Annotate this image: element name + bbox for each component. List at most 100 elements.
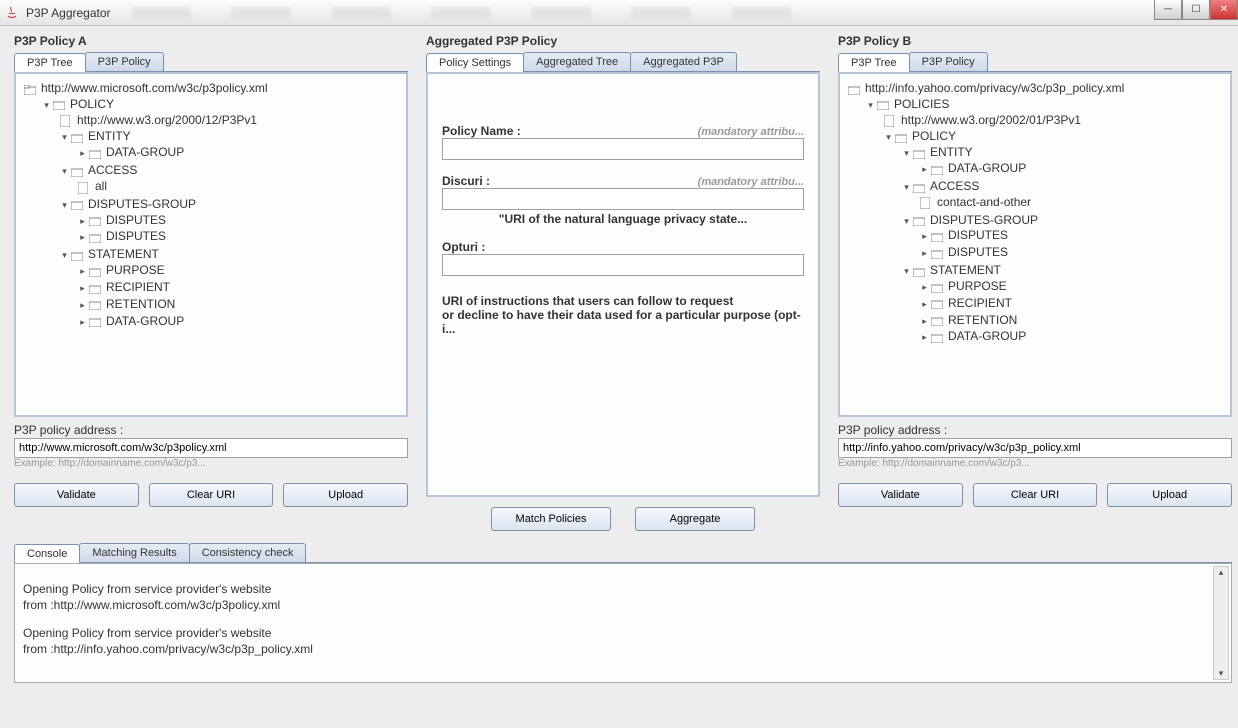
collapse-icon[interactable]: ▾: [902, 267, 911, 276]
tree-node[interactable]: http://www.w3.org/2002/01/P3Pv1: [901, 113, 1081, 127]
discuri-input[interactable]: [442, 188, 804, 210]
expand-icon[interactable]: ▸: [78, 284, 87, 293]
tree-node[interactable]: DISPUTES: [948, 245, 1008, 259]
folder-icon: [89, 264, 103, 278]
collapse-icon[interactable]: ▾: [60, 133, 69, 142]
window-minimize-button[interactable]: ─: [1154, 0, 1182, 20]
opturi-desc2: or decline to have their data used for a…: [442, 308, 804, 336]
expand-icon[interactable]: ▸: [78, 301, 87, 310]
tree-node[interactable]: ENTITY: [88, 129, 131, 143]
tree-node[interactable]: DATA-GROUP: [948, 161, 1026, 175]
tree-node[interactable]: http://www.w3.org/2000/12/P3Pv1: [77, 113, 257, 127]
upload-button-b[interactable]: Upload: [1107, 483, 1232, 507]
validate-button-b[interactable]: Validate: [838, 483, 963, 507]
opturi-input[interactable]: [442, 254, 804, 276]
discuri-label: Discuri :: [442, 174, 490, 188]
tab-p3p-tree-a[interactable]: P3P Tree: [14, 53, 86, 72]
validate-button-a[interactable]: Validate: [14, 483, 139, 507]
folder-icon: [895, 130, 909, 144]
tree-node[interactable]: RECIPIENT: [106, 280, 170, 294]
panel-agg-tabs: Policy Settings Aggregated Tree Aggregat…: [426, 52, 820, 72]
tree-node[interactable]: contact-and-other: [937, 195, 1031, 209]
expand-icon[interactable]: ▸: [920, 333, 929, 342]
file-icon: [920, 196, 934, 210]
tab-p3p-policy-a[interactable]: P3P Policy: [85, 52, 164, 71]
tree-node[interactable]: POLICY: [912, 129, 956, 143]
expand-icon[interactable]: ▸: [920, 317, 929, 326]
tree-node[interactable]: http://www.microsoft.com/w3c/p3policy.xm…: [41, 81, 268, 95]
tree-node[interactable]: ENTITY: [930, 145, 973, 159]
scroll-down-icon[interactable]: ▾: [1219, 668, 1224, 679]
collapse-icon[interactable]: ▾: [60, 167, 69, 176]
folder-icon: [24, 82, 38, 96]
clear-uri-button-a[interactable]: Clear URI: [149, 483, 274, 507]
tab-matching-results[interactable]: Matching Results: [79, 543, 189, 562]
aggregate-button[interactable]: Aggregate: [635, 507, 755, 531]
tree-node[interactable]: DISPUTES: [948, 228, 1008, 242]
policy-name-input[interactable]: [442, 138, 804, 160]
tree-node[interactable]: ACCESS: [88, 163, 137, 177]
tree-node[interactable]: DATA-GROUP: [948, 329, 1026, 343]
collapse-icon[interactable]: ▾: [42, 101, 51, 110]
tree-b[interactable]: http://info.yahoo.com/privacy/w3c/p3p_po…: [846, 80, 1224, 349]
tab-consistency-check[interactable]: Consistency check: [189, 543, 307, 562]
tab-p3p-policy-b[interactable]: P3P Policy: [909, 52, 988, 71]
tree-node[interactable]: DISPUTES: [106, 229, 166, 243]
tree-node[interactable]: all: [95, 179, 107, 193]
tree-node[interactable]: STATEMENT: [930, 263, 1001, 277]
expand-icon[interactable]: ▸: [78, 267, 87, 276]
tab-p3p-tree-b[interactable]: P3P Tree: [838, 53, 910, 72]
tree-node[interactable]: RECIPIENT: [948, 296, 1012, 310]
scroll-up-icon[interactable]: ▴: [1219, 567, 1224, 578]
collapse-icon[interactable]: ▾: [902, 183, 911, 192]
console-scrollbar[interactable]: ▴ ▾: [1213, 566, 1229, 680]
collapse-icon[interactable]: ▾: [60, 251, 69, 260]
collapse-icon[interactable]: ▾: [60, 201, 69, 210]
settings-form: Policy Name : (mandatory attribu... Disc…: [426, 72, 820, 497]
tree-node[interactable]: DATA-GROUP: [106, 145, 184, 159]
folder-icon: [89, 213, 103, 227]
tree-node[interactable]: STATEMENT: [88, 247, 159, 261]
tree-node[interactable]: POLICIES: [894, 97, 949, 111]
tree-a[interactable]: http://www.microsoft.com/w3c/p3policy.xm…: [22, 80, 400, 332]
collapse-icon[interactable]: ▾: [902, 217, 911, 226]
expand-icon[interactable]: ▸: [78, 149, 87, 158]
expand-icon[interactable]: ▸: [920, 232, 929, 241]
collapse-icon[interactable]: ▾: [884, 133, 893, 142]
tree-node[interactable]: PURPOSE: [106, 263, 165, 277]
folder-icon: [71, 248, 85, 262]
tree-node[interactable]: POLICY: [70, 97, 114, 111]
clear-uri-button-b[interactable]: Clear URI: [973, 483, 1098, 507]
expand-icon[interactable]: ▸: [78, 233, 87, 242]
tree-node[interactable]: DISPUTES-GROUP: [88, 197, 196, 211]
tree-node[interactable]: http://info.yahoo.com/privacy/w3c/p3p_po…: [865, 81, 1124, 95]
tree-node[interactable]: ACCESS: [930, 179, 979, 193]
match-policies-button[interactable]: Match Policies: [491, 507, 611, 531]
window-close-button[interactable]: ✕: [1210, 0, 1238, 20]
tree-box-b: http://info.yahoo.com/privacy/w3c/p3p_po…: [838, 72, 1232, 417]
tree-node[interactable]: RETENTION: [948, 313, 1017, 327]
expand-icon[interactable]: ▸: [78, 217, 87, 226]
window-maximize-button[interactable]: ☐: [1182, 0, 1210, 20]
collapse-icon[interactable]: ▾: [902, 149, 911, 158]
tree-node[interactable]: RETENTION: [106, 297, 175, 311]
tree-node[interactable]: DISPUTES-GROUP: [930, 213, 1038, 227]
expand-icon[interactable]: ▸: [78, 318, 87, 327]
console-panel: Console Matching Results Consistency che…: [0, 535, 1238, 685]
tab-aggregated-tree[interactable]: Aggregated Tree: [523, 52, 631, 71]
address-input-a[interactable]: [14, 438, 408, 458]
upload-button-a[interactable]: Upload: [283, 483, 408, 507]
expand-icon[interactable]: ▸: [920, 300, 929, 309]
tab-aggregated-p3p[interactable]: Aggregated P3P: [630, 52, 737, 71]
tree-node[interactable]: DISPUTES: [106, 213, 166, 227]
expand-icon[interactable]: ▸: [920, 283, 929, 292]
folder-icon: [931, 313, 945, 327]
collapse-icon[interactable]: ▾: [866, 101, 875, 110]
tree-node[interactable]: DATA-GROUP: [106, 314, 184, 328]
tree-node[interactable]: PURPOSE: [948, 279, 1007, 293]
expand-icon[interactable]: ▸: [920, 165, 929, 174]
expand-icon[interactable]: ▸: [920, 249, 929, 258]
tab-policy-settings[interactable]: Policy Settings: [426, 53, 524, 72]
tab-console[interactable]: Console: [14, 544, 80, 563]
address-input-b[interactable]: [838, 438, 1232, 458]
